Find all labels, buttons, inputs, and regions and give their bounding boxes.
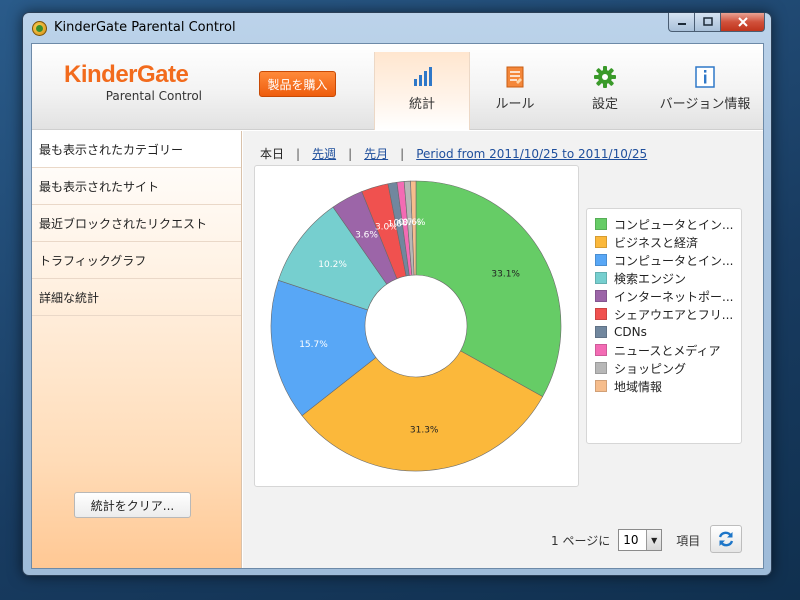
legend-label: インターネットポー... xyxy=(614,289,734,304)
bar-chart-icon xyxy=(414,67,432,86)
pie-slice[interactable] xyxy=(415,180,562,398)
legend-label: コンピュータとイン... xyxy=(614,217,734,232)
sidebar-item-recent-blocked[interactable]: 最近ブロックされたリクエスト xyxy=(32,205,241,242)
legend-swatch xyxy=(595,218,607,230)
tab-label: バージョン情報 xyxy=(659,97,751,112)
per-page-select[interactable]: 10 ▼ xyxy=(618,529,663,551)
slice-label: 15.7% xyxy=(299,340,328,350)
legend-swatch xyxy=(595,344,607,356)
legend-label: 地域情報 xyxy=(614,379,663,394)
sidebar-item-traffic-graph[interactable]: トラフィックグラフ xyxy=(32,242,241,279)
sidebar-item-top-sites[interactable]: 最も表示されたサイト xyxy=(32,168,241,205)
chevron-down-icon[interactable]: ▼ xyxy=(646,530,662,550)
legend-label: シェアウエアとフリ... xyxy=(614,307,734,322)
tab-label: 統計 xyxy=(408,97,435,112)
info-icon xyxy=(695,66,715,88)
clear-statistics-button[interactable]: 統計をクリア... xyxy=(74,492,191,518)
kindergate-logo: KinderGate Parental Control xyxy=(64,61,204,104)
legend-label: ショッピング xyxy=(614,361,687,376)
period-today-label: 本日 xyxy=(260,147,285,161)
legend-label: ニュースとメディア xyxy=(614,343,721,358)
close-button[interactable] xyxy=(721,13,765,32)
window-title: KinderGate Parental Control xyxy=(54,20,236,35)
sidebar-item-top-categories[interactable]: 最も表示されたカテゴリー xyxy=(32,131,241,168)
sidebar: 最も表示されたカテゴリー 最も表示されたサイト 最近ブロックされたリクエスト ト… xyxy=(32,131,242,568)
legend-swatch xyxy=(595,362,607,374)
chart-legend: コンピュータとイン... ビジネスと経済 コンピュータとイン... 検索エンジン インタ… xyxy=(586,208,742,444)
period-last-week-link[interactable]: 先週 xyxy=(312,145,336,162)
window-controls xyxy=(668,13,765,32)
logo-wordmark: KinderGate xyxy=(64,61,189,88)
tab-label: 設定 xyxy=(591,97,618,112)
slice-label: 0.6% xyxy=(403,218,426,228)
tab-rules[interactable]: ルール xyxy=(470,52,560,130)
rules-document-icon xyxy=(506,66,524,88)
slice-label: 33.1% xyxy=(491,269,520,279)
logo-subtitle: Parental Control xyxy=(105,89,202,103)
chart-panel: 33.1% 31.3% 15.7% 10.2% 3.6% 3.0% 1.0% 0.8% 0.7%… xyxy=(254,165,579,487)
refresh-button[interactable] xyxy=(710,525,742,553)
kindergate-app-icon xyxy=(32,21,47,36)
sidebar-item-detailed-stats[interactable]: 詳細な統計 xyxy=(32,279,241,316)
legend-item: CDNs xyxy=(595,323,741,341)
title-bar[interactable]: KinderGate Parental Control xyxy=(23,13,771,43)
tab-label: ルール xyxy=(495,97,535,112)
legend-swatch xyxy=(595,326,607,338)
buy-product-button[interactable]: 製品を購入 xyxy=(259,71,336,97)
donut-chart: 33.1%31.3%15.7%10.2%3.6%3.0%1.0%0.8%0.7%… xyxy=(270,180,562,472)
period-separator: | xyxy=(400,146,405,161)
maximize-button[interactable] xyxy=(695,13,721,32)
per-page-label: 1 ページに xyxy=(551,533,611,548)
legend-label: CDNs xyxy=(614,325,647,339)
minimize-icon xyxy=(677,23,686,25)
period-separator: | xyxy=(296,146,301,161)
period-last-month-link[interactable]: 先月 xyxy=(364,145,388,162)
items-label: 項目 xyxy=(676,533,701,548)
legend-swatch xyxy=(595,272,607,284)
legend-label: ビジネスと経済 xyxy=(614,235,699,250)
close-icon xyxy=(737,17,748,27)
period-range-link[interactable]: Period from 2011/10/25 to 2011/10/25 xyxy=(416,147,647,161)
legend-label: 検索エンジン xyxy=(614,271,687,286)
legend-item: 検索エンジン xyxy=(595,269,741,287)
app-window: KinderGate Parental Control KinderGate P… xyxy=(22,12,772,576)
legend-item: インターネットポー... xyxy=(595,287,741,305)
legend-label: コンピュータとイン... xyxy=(614,253,734,268)
period-selector: 本日 | 先週 | 先月 | Period from 2011/10/25 to… xyxy=(260,145,647,162)
legend-swatch xyxy=(595,236,607,248)
gear-icon xyxy=(594,66,616,88)
legend-swatch xyxy=(595,308,607,320)
app-header: KinderGate Parental Control 製品を購入 統計 ルール… xyxy=(32,44,763,130)
main-panel: 本日 | 先週 | 先月 | Period from 2011/10/25 to… xyxy=(243,131,763,568)
tab-settings[interactable]: 設定 xyxy=(560,52,650,130)
period-separator: | xyxy=(348,146,353,161)
maximize-icon xyxy=(702,17,713,26)
tab-statistics[interactable]: 統計 xyxy=(374,52,470,130)
legend-swatch xyxy=(595,380,607,392)
legend-item: 地域情報 xyxy=(595,377,741,395)
legend-item: ニュースとメディア xyxy=(595,341,741,359)
slice-label: 10.2% xyxy=(318,260,347,270)
per-page-value: 10 xyxy=(623,533,639,547)
app-client-area: KinderGate Parental Control 製品を購入 統計 ルール… xyxy=(31,43,764,569)
legend-item: コンピュータとイン... xyxy=(595,215,741,233)
minimize-button[interactable] xyxy=(668,13,695,32)
legend-item: シェアウエアとフリ... xyxy=(595,305,741,323)
tab-about[interactable]: バージョン情報 xyxy=(650,52,760,130)
refresh-icon xyxy=(718,531,734,547)
slice-label: 31.3% xyxy=(410,426,439,436)
legend-item: ビジネスと経済 xyxy=(595,233,741,251)
pager: 1 ページに 10 ▼ 項目 xyxy=(551,529,700,551)
legend-item: ショッピング xyxy=(595,359,741,377)
legend-item: コンピュータとイン... xyxy=(595,251,741,269)
legend-swatch xyxy=(595,290,607,302)
legend-swatch xyxy=(595,254,607,266)
